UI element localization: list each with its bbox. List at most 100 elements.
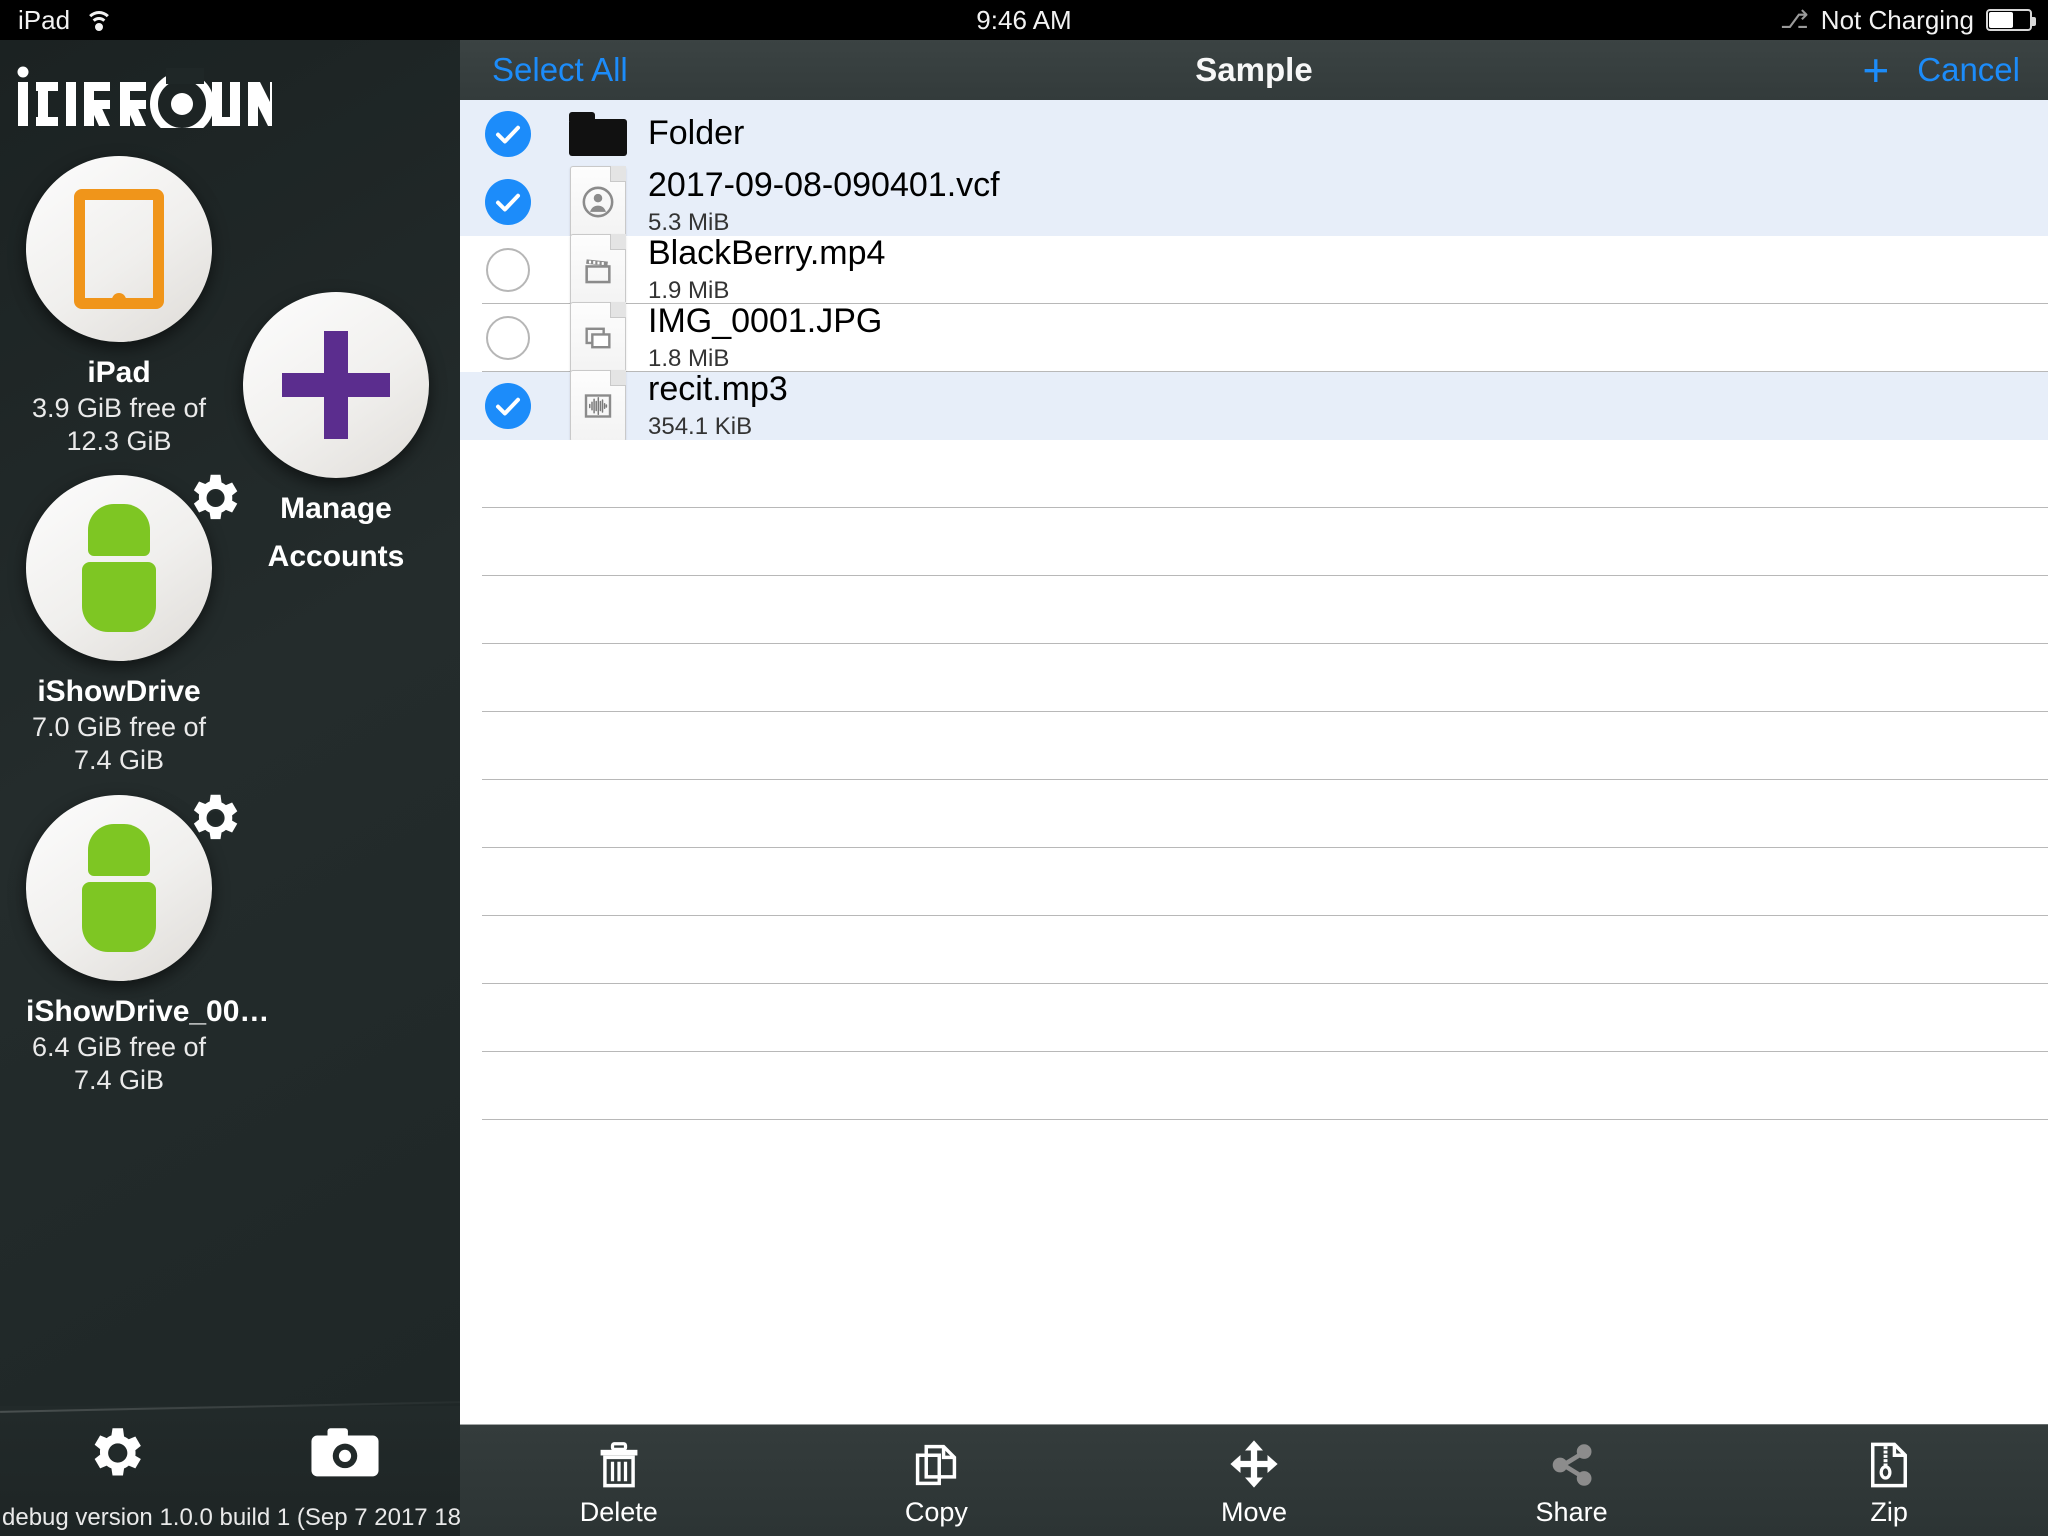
- device-name: iShowDrive_00…: [26, 995, 270, 1028]
- tablet-icon: [74, 189, 164, 309]
- trash-icon: [593, 1433, 645, 1491]
- device-free-line2: 7.4 GiB: [73, 745, 165, 776]
- table-row[interactable]: recit.mp3 354.1 KiB: [460, 370, 2048, 442]
- device-free-line2: 7.4 GiB: [73, 1065, 165, 1096]
- toolbar-top-highlight: [460, 1422, 2048, 1425]
- contact-icon: [570, 166, 626, 238]
- empty-table-row: [460, 576, 2048, 644]
- checkbox-unchecked-icon: [486, 316, 530, 360]
- bluetooth-icon: ⎇: [1779, 5, 1809, 34]
- device-name: iPad: [87, 356, 151, 389]
- file-size: 354.1 KiB: [648, 412, 753, 440]
- toolbar-label: Delete: [579, 1496, 658, 1527]
- row-checkbox[interactable]: [460, 248, 556, 292]
- file-type-icon: [556, 112, 640, 156]
- navigation-bar: Select All Sample + Cancel: [460, 40, 2048, 100]
- device-settings-gear-icon[interactable]: [182, 467, 244, 529]
- device-free-line1: 3.9 GiB free of: [31, 393, 207, 423]
- zip-button[interactable]: Zip: [1730, 1433, 2048, 1528]
- device-free-line1: 6.4 GiB free of: [31, 1032, 207, 1062]
- file-size: 1.9 MiB: [648, 276, 730, 304]
- page-title: Sample: [1195, 51, 1313, 88]
- file-type-icon: [556, 302, 640, 374]
- checkbox-checked-icon: [485, 111, 531, 157]
- status-time: 9:46 AM: [976, 4, 1072, 35]
- share-icon: [1546, 1433, 1598, 1491]
- move-icon: [1227, 1433, 1281, 1491]
- empty-table-row: [460, 780, 2048, 848]
- device-icon-circle: [26, 794, 238, 981]
- copy-icon: [910, 1433, 962, 1491]
- device-free-line1: 7.0 GiB free of: [31, 712, 207, 742]
- file-size: 5.3 MiB: [648, 208, 730, 236]
- table-row[interactable]: IMG_0001.JPG 1.8 MiB: [460, 302, 2048, 374]
- checkbox-unchecked-icon: [486, 248, 530, 292]
- zip-icon: [1863, 1433, 1915, 1491]
- sidebar: iPad 3.9 GiB free of 12.3 GiB Manage Acc…: [0, 40, 460, 1536]
- plus-icon: [282, 331, 390, 439]
- file-name: 2017-09-08-090401.vcf: [648, 166, 1000, 205]
- sidebar-device-ishowdrive[interactable]: iShowDrive 7.0 GiB free of 7.4 GiB: [26, 474, 238, 776]
- audio-icon: [570, 370, 626, 442]
- share-button[interactable]: Share: [1413, 1433, 1731, 1528]
- table-row[interactable]: Folder: [460, 100, 2048, 168]
- settings-gear-icon[interactable]: [0, 1420, 230, 1486]
- status-bar-right: ⎇ Not Charging: [1779, 4, 2036, 36]
- move-button[interactable]: Move: [1095, 1433, 1413, 1528]
- row-checkbox[interactable]: [460, 316, 556, 360]
- device-name: iShowDrive: [37, 675, 201, 708]
- row-checkbox[interactable]: [460, 383, 556, 429]
- app-root: iPad 9:46 AM ⎇ Not Charging iPad 3.9 GiB…: [0, 0, 2048, 1536]
- file-type-icon: [556, 234, 640, 306]
- empty-rows-region: [460, 440, 2048, 1120]
- row-texts: BlackBerry.mp4 1.9 MiB: [640, 234, 2048, 304]
- empty-table-row: [460, 848, 2048, 916]
- cancel-button[interactable]: Cancel: [1917, 51, 2020, 89]
- empty-table-row: [460, 440, 2048, 508]
- row-separator: [482, 1119, 2048, 1120]
- file-list[interactable]: Folder 2017-09-08-090401.vcf 5.3 MiB Bla…: [460, 100, 2048, 1424]
- device-free-line2: 12.3 GiB: [66, 426, 172, 457]
- debug-version-text: debug version 1.0.0 build 1 (Sep 7 2017 …: [2, 1504, 460, 1531]
- manage-accounts-button[interactable]: Manage Accounts: [243, 292, 429, 574]
- file-name: recit.mp3: [648, 370, 788, 409]
- device-icon-circle: [26, 156, 212, 342]
- copy-button[interactable]: Copy: [778, 1433, 1096, 1528]
- select-all-button[interactable]: Select All: [492, 51, 628, 89]
- file-size: 1.8 MiB: [648, 344, 730, 372]
- battery-icon: [1986, 9, 2036, 31]
- table-row[interactable]: BlackBerry.mp4 1.9 MiB: [460, 234, 2048, 306]
- empty-table-row: [460, 984, 2048, 1052]
- sidebar-bottom-bar: debug version 1.0.0 build 1 (Sep 7 2017 …: [0, 1401, 460, 1536]
- camera-icon[interactable]: [230, 1420, 460, 1486]
- file-name: Folder: [648, 114, 745, 153]
- toolbar-label: Zip: [1870, 1496, 1908, 1527]
- file-browser-panel: Select All Sample + Cancel Folder 2017-0…: [460, 40, 2048, 1536]
- usb-drive-icon: [80, 504, 158, 632]
- file-type-icon: [556, 166, 640, 238]
- delete-button[interactable]: Delete: [460, 1433, 778, 1528]
- icirround-logo: [16, 66, 280, 136]
- device-settings-gear-icon[interactable]: [182, 787, 244, 849]
- add-icon[interactable]: +: [1862, 47, 1889, 93]
- toolbar-label: Move: [1220, 1496, 1287, 1527]
- sidebar-divider: [0, 1401, 460, 1413]
- row-texts: Folder: [640, 114, 2048, 153]
- row-checkbox[interactable]: [460, 179, 556, 225]
- empty-table-row: [460, 712, 2048, 780]
- video-icon: [570, 234, 626, 306]
- charging-status-label: Not Charging: [1820, 4, 1974, 35]
- sidebar-device-ipad[interactable]: iPad 3.9 GiB free of 12.3 GiB: [26, 156, 212, 456]
- table-row[interactable]: 2017-09-08-090401.vcf 5.3 MiB: [460, 166, 2048, 238]
- row-checkbox[interactable]: [460, 111, 556, 157]
- navigation-bar-right: + Cancel: [1862, 47, 2020, 93]
- row-texts: 2017-09-08-090401.vcf 5.3 MiB: [640, 166, 2048, 236]
- device-icon-circle: [26, 474, 238, 661]
- manage-accounts-label-line1: Manage: [280, 492, 392, 525]
- file-type-icon: [556, 370, 640, 442]
- manage-accounts-label-line2: Accounts: [267, 540, 405, 573]
- usb-drive-icon: [80, 824, 158, 952]
- empty-table-row: [460, 644, 2048, 712]
- sidebar-device-ishowdrive-00[interactable]: iShowDrive_00… 6.4 GiB free of 7.4 GiB: [26, 794, 270, 1096]
- toolbar-label: Share: [1535, 1496, 1608, 1527]
